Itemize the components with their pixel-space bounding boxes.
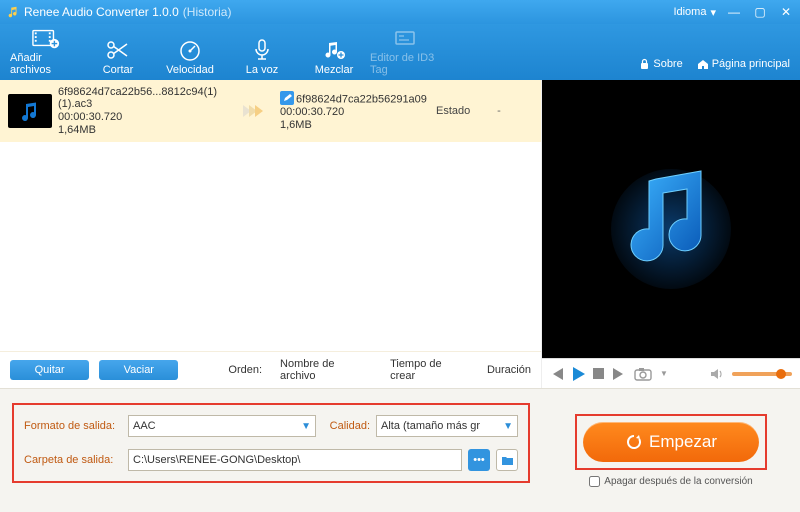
speed-label: Velocidad xyxy=(166,64,214,76)
home-icon xyxy=(697,58,709,70)
voice-label: La voz xyxy=(246,64,278,76)
microphone-icon xyxy=(248,38,276,62)
input-duration: 00:00:30.720 xyxy=(58,111,228,123)
maximize-button[interactable]: ▢ xyxy=(752,5,768,19)
id3-editor-button: Editor de ID3 Tag xyxy=(370,26,442,76)
scissors-icon xyxy=(104,38,132,62)
shutdown-label: Apagar después de la conversión xyxy=(604,476,752,487)
homepage-label: Página principal xyxy=(712,58,790,70)
speedometer-icon xyxy=(176,38,204,62)
about-label: Sobre xyxy=(653,58,682,70)
output-settings-highlight: Formato de salida: AAC ▼ Calidad: Alta (… xyxy=(12,403,530,483)
volume-slider[interactable] xyxy=(732,372,792,376)
add-files-button[interactable]: Añadir archivos xyxy=(10,26,82,76)
output-format-value: AAC xyxy=(133,420,156,432)
id3-label: Editor de ID3 Tag xyxy=(370,52,442,76)
shutdown-checkbox[interactable] xyxy=(589,476,600,487)
cut-label: Cortar xyxy=(103,64,134,76)
tag-icon xyxy=(392,26,420,50)
chevron-down-icon: ▼ xyxy=(503,421,513,432)
voice-button[interactable]: La voz xyxy=(226,38,298,76)
sort-by-name[interactable]: Nombre de archivo xyxy=(280,358,372,382)
language-dropdown[interactable]: Idioma ▾ xyxy=(673,6,716,19)
mix-label: Mezclar xyxy=(315,64,354,76)
refresh-icon xyxy=(625,433,643,451)
status-header: Estado xyxy=(436,105,486,117)
speed-button[interactable]: Velocidad xyxy=(154,38,226,76)
play-button[interactable] xyxy=(572,367,585,381)
close-button[interactable]: ✕ xyxy=(778,5,794,19)
clear-button[interactable]: Vaciar xyxy=(99,360,178,380)
sort-by-time[interactable]: Tiempo de crear xyxy=(390,358,469,382)
output-filename: 6f98624d7ca22b56291a09 xyxy=(296,93,427,105)
quality-value: Alta (tamaño más gr xyxy=(381,420,480,432)
mix-button[interactable]: Mezclar xyxy=(298,38,370,76)
quality-dropdown[interactable]: Alta (tamaño más gr ▼ xyxy=(376,415,518,437)
next-button[interactable] xyxy=(612,368,626,380)
snapshot-button[interactable] xyxy=(634,367,652,381)
preview-area xyxy=(542,80,800,358)
language-label: Idioma xyxy=(673,6,706,18)
homepage-link[interactable]: Página principal xyxy=(697,58,790,70)
order-label: Orden: xyxy=(228,364,262,376)
status-value: - xyxy=(492,105,506,117)
output-format-dropdown[interactable]: AAC ▼ xyxy=(128,415,316,437)
minimize-button[interactable]: — xyxy=(726,5,742,19)
remove-button[interactable]: Quitar xyxy=(10,360,89,380)
convert-arrow-icon xyxy=(234,105,274,117)
edit-output-icon[interactable] xyxy=(280,91,294,105)
add-files-label: Añadir archivos xyxy=(10,52,82,76)
app-logo-icon xyxy=(6,5,20,19)
music-plus-icon xyxy=(320,38,348,62)
volume-icon[interactable] xyxy=(710,368,724,380)
cut-button[interactable]: Cortar xyxy=(82,38,154,76)
input-filename: 6f98624d7ca22b56...8812c94(1)(1).ac3 xyxy=(58,86,228,110)
open-folder-button[interactable] xyxy=(496,449,518,471)
output-folder-value: C:\Users\RENEE-GONG\Desktop\ xyxy=(133,454,300,466)
start-button[interactable]: Empezar xyxy=(583,422,759,462)
output-duration: 00:00:30.720 xyxy=(280,106,430,118)
chevron-down-icon: ▼ xyxy=(301,421,311,432)
history-link[interactable]: (Historia) xyxy=(183,5,232,19)
input-file-info: 6f98624d7ca22b56...8812c94(1)(1).ac3 00:… xyxy=(58,86,228,136)
output-file-info: 6f98624d7ca22b56291a09 00:00:30.720 1,6M… xyxy=(280,91,430,132)
start-label: Empezar xyxy=(649,432,717,452)
shutdown-checkbox-row[interactable]: Apagar después de la conversión xyxy=(589,476,752,487)
snapshot-chevron-icon[interactable]: ▼ xyxy=(660,369,668,378)
about-link[interactable]: Sobre xyxy=(639,58,682,70)
input-size: 1,64MB xyxy=(58,124,228,136)
chevron-down-icon: ▾ xyxy=(710,6,716,19)
output-folder-label: Carpeta de salida: xyxy=(24,454,122,466)
browse-folder-button[interactable]: ••• xyxy=(468,449,490,471)
sort-by-duration[interactable]: Duración xyxy=(487,364,531,376)
quality-label: Calidad: xyxy=(322,420,370,432)
app-title: Renee Audio Converter 1.0.0 xyxy=(24,5,179,19)
start-highlight: Empezar xyxy=(575,414,767,470)
file-row[interactable]: 6f98624d7ca22b56...8812c94(1)(1).ac3 00:… xyxy=(0,80,541,142)
stop-button[interactable] xyxy=(593,368,604,379)
output-folder-input[interactable]: C:\Users\RENEE-GONG\Desktop\ xyxy=(128,449,462,471)
file-thumbnail xyxy=(8,94,52,128)
output-format-label: Formato de salida: xyxy=(24,420,122,432)
prev-button[interactable] xyxy=(550,368,564,380)
filmstrip-add-icon xyxy=(32,26,60,50)
output-size: 1,6MB xyxy=(280,119,430,131)
lock-icon xyxy=(639,58,650,70)
